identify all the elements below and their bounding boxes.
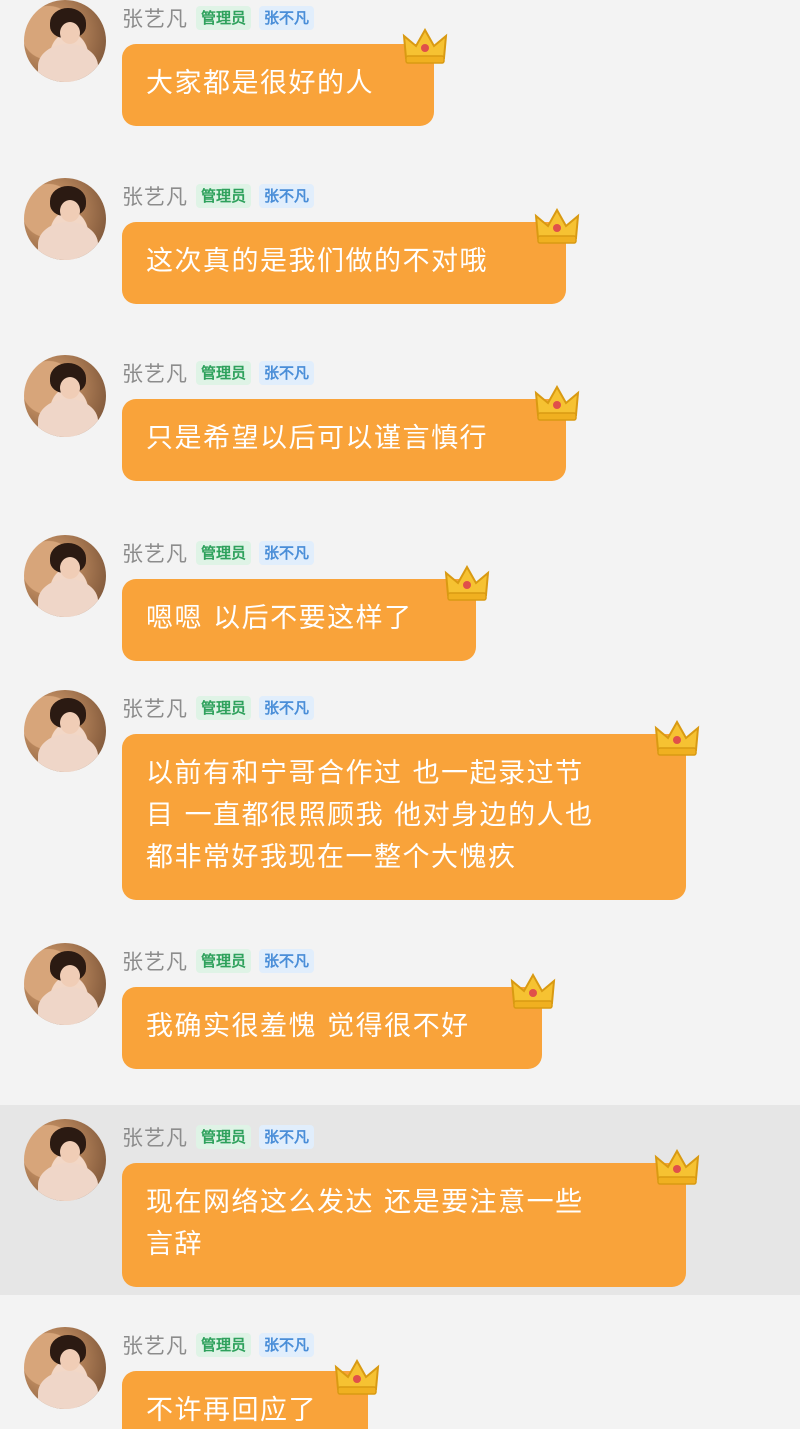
admin-badge: 管理员 [196,1333,252,1357]
chat-message: 张艺凡 管理员 张不凡 嗯嗯 以后不要这样了 [0,535,800,675]
title-badge: 张不凡 [259,184,315,208]
message-header: 张艺凡 管理员 张不凡 [122,358,315,388]
sender-avatar[interactable] [24,1119,106,1201]
sender-avatar[interactable] [24,535,106,617]
sender-name[interactable]: 张艺凡 [122,693,188,723]
admin-badge: 管理员 [196,949,252,973]
crown-icon [534,385,580,421]
admin-badge: 管理员 [196,184,252,208]
sender-avatar[interactable] [24,690,106,772]
message-header: 张艺凡 管理员 张不凡 [122,1330,315,1360]
title-badge: 张不凡 [259,361,315,385]
message-bubble[interactable]: 不许再回应了 [122,1371,368,1429]
message-bubble[interactable]: 只是希望以后可以谨言慎行 [122,399,566,481]
chat-message: 张艺凡 管理员 张不凡 这次真的是我们做的不对哦 [0,178,800,318]
chat-message-list[interactable]: 张艺凡 管理员 张不凡 大家都是很好的人 张艺凡 管理员 张不凡 这次真的是我们… [0,0,800,1429]
sender-name[interactable]: 张艺凡 [122,946,188,976]
admin-badge: 管理员 [196,541,252,565]
sender-avatar[interactable] [24,1327,106,1409]
admin-badge: 管理员 [196,361,252,385]
crown-icon [654,1149,700,1185]
title-badge: 张不凡 [259,696,315,720]
message-header: 张艺凡 管理员 张不凡 [122,1122,315,1152]
admin-badge: 管理员 [196,696,252,720]
sender-name[interactable]: 张艺凡 [122,1330,188,1360]
title-badge: 张不凡 [259,1333,315,1357]
message-text-line: 只是希望以后可以谨言慎行 [146,423,488,454]
sender-name[interactable]: 张艺凡 [122,181,188,211]
message-header: 张艺凡 管理员 张不凡 [122,946,315,976]
sender-avatar[interactable] [24,178,106,260]
message-bubble[interactable]: 这次真的是我们做的不对哦 [122,222,566,304]
message-bubble[interactable]: 我确实很羞愧 觉得很不好 [122,987,542,1069]
message-bubble[interactable]: 大家都是很好的人 [122,44,434,126]
title-badge: 张不凡 [259,541,315,565]
sender-name[interactable]: 张艺凡 [122,538,188,568]
sender-avatar[interactable] [24,943,106,1025]
chat-message: 张艺凡 管理员 张不凡 以前有和宁哥合作过 也一起录过节 目 一直都很照顾我 他… [0,690,800,910]
chat-message: 张艺凡 管理员 张不凡 大家都是很好的人 [0,0,800,140]
message-bubble[interactable]: 以前有和宁哥合作过 也一起录过节 目 一直都很照顾我 他对身边的人也 都非常好我… [122,734,686,900]
message-text-line: 现在网络这么发达 还是要注意一些 [146,1187,584,1218]
message-bubble[interactable]: 现在网络这么发达 还是要注意一些 言辞 [122,1163,686,1287]
message-text-line: 言辞 [146,1229,203,1260]
crown-icon [510,973,556,1009]
message-text-line: 我确实很羞愧 觉得很不好 [146,1011,470,1042]
message-text-line: 嗯嗯 以后不要这样了 [146,603,413,634]
admin-badge: 管理员 [196,6,252,30]
message-text-line: 目 一直都很照顾我 他对身边的人也 [146,800,594,831]
sender-avatar[interactable] [24,355,106,437]
crown-icon [444,565,490,601]
message-text-line: 不许再回应了 [146,1395,317,1426]
sender-name[interactable]: 张艺凡 [122,3,188,33]
message-header: 张艺凡 管理员 张不凡 [122,693,315,723]
sender-name[interactable]: 张艺凡 [122,358,188,388]
crown-icon [334,1359,380,1395]
sender-avatar[interactable] [24,0,106,82]
message-text-line: 大家都是很好的人 [146,68,374,99]
crown-icon [654,720,700,756]
title-badge: 张不凡 [259,949,315,973]
chat-message: 张艺凡 管理员 张不凡 不许再回应了 [0,1327,800,1429]
message-text-line: 都非常好我现在一整个大愧疚 [146,842,517,873]
message-text-line: 以前有和宁哥合作过 也一起录过节 [146,758,584,789]
message-text-line: 这次真的是我们做的不对哦 [146,246,488,277]
admin-badge: 管理员 [196,1125,252,1149]
chat-message: 张艺凡 管理员 张不凡 现在网络这么发达 还是要注意一些 言辞 [0,1105,800,1295]
chat-message: 张艺凡 管理员 张不凡 我确实很羞愧 觉得很不好 [0,943,800,1083]
crown-icon [534,208,580,244]
title-badge: 张不凡 [259,6,315,30]
crown-icon [402,28,448,64]
chat-message: 张艺凡 管理员 张不凡 只是希望以后可以谨言慎行 [0,355,800,495]
message-bubble[interactable]: 嗯嗯 以后不要这样了 [122,579,476,661]
message-header: 张艺凡 管理员 张不凡 [122,3,315,33]
sender-name[interactable]: 张艺凡 [122,1122,188,1152]
message-header: 张艺凡 管理员 张不凡 [122,538,315,568]
message-header: 张艺凡 管理员 张不凡 [122,181,315,211]
title-badge: 张不凡 [259,1125,315,1149]
